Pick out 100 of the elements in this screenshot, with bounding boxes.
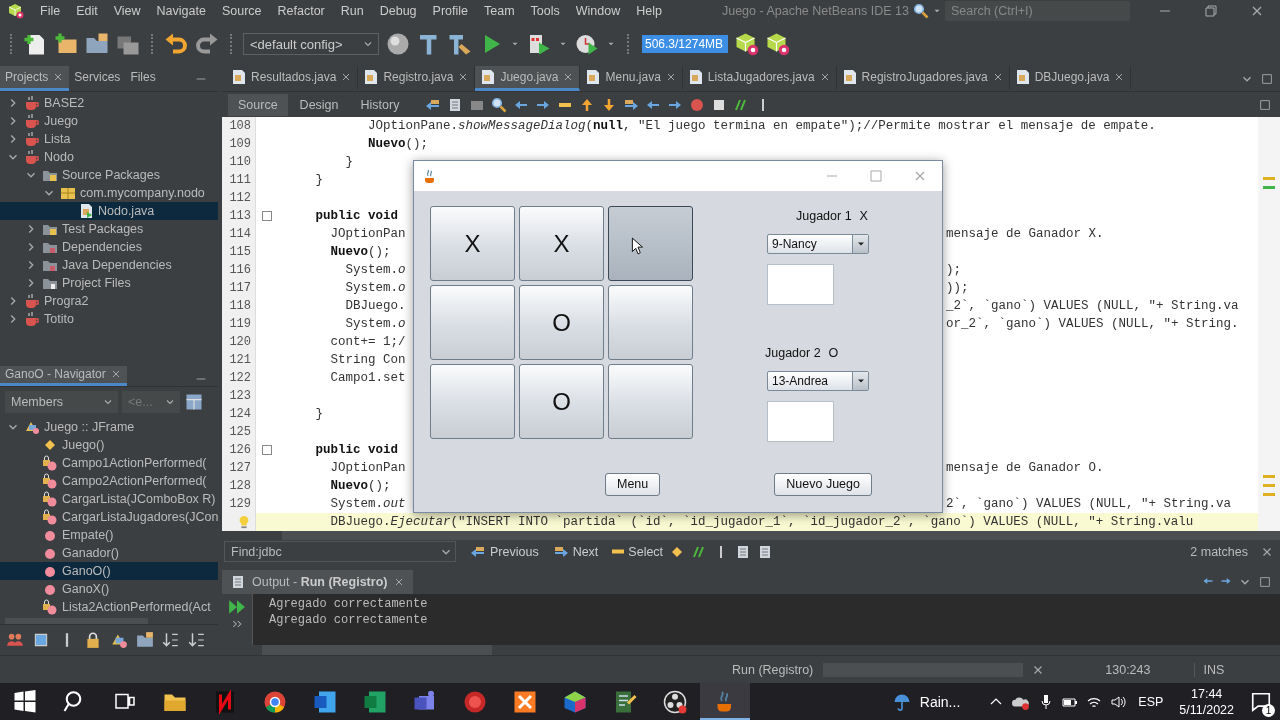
horizontal-scrollbar[interactable] (282, 531, 1280, 540)
menu-item[interactable]: Navigate (148, 4, 214, 18)
panel-tab[interactable]: Services (69, 66, 126, 91)
member-item[interactable]: CargarLista(JComboBox R) (0, 489, 218, 508)
new-file-icon[interactable] (23, 32, 47, 56)
editor-tab[interactable]: Resultados.java (226, 66, 359, 91)
menu-item[interactable]: Refactor (269, 4, 333, 18)
member-item[interactable]: Juego() (0, 435, 218, 454)
text-field[interactable] (767, 264, 834, 305)
menu-button[interactable]: Menu (605, 472, 661, 496)
notification-icon[interactable] (1250, 690, 1272, 713)
view-tab[interactable]: History (350, 93, 410, 116)
profiler-icon[interactable] (735, 32, 759, 56)
view-tab[interactable]: Source (228, 93, 288, 116)
member-item[interactable]: Campo1ActionPerformed( (0, 453, 218, 472)
sort-icon[interactable] (188, 631, 206, 649)
editor-tab[interactable]: DBJuego.java (1009, 66, 1132, 91)
tree-item[interactable]: Juego (0, 112, 218, 130)
sort-icon[interactable] (162, 631, 180, 649)
tree-item[interactable]: BASE2 (0, 94, 218, 112)
clock-date[interactable]: 5/11/2022 (1179, 701, 1234, 718)
player-dropdown[interactable]: 13-Andrea (767, 371, 869, 391)
board-cell[interactable]: O (519, 364, 604, 439)
panel-tab[interactable]: Projects (0, 66, 70, 91)
select-button[interactable]: Select (612, 544, 664, 559)
editor-tab[interactable]: Juego.java (475, 66, 581, 91)
board-cell[interactable] (430, 364, 515, 439)
tree-item[interactable]: Java Dependencies (0, 256, 218, 274)
volume-icon[interactable] (1110, 693, 1127, 710)
board-cell[interactable]: O (519, 285, 604, 360)
inherited-members-icon[interactable] (6, 631, 24, 649)
panel-tab[interactable]: Files (125, 66, 161, 91)
new-game-button[interactable]: Nuevo Juego (774, 472, 872, 496)
members-dropdown[interactable]: Members (5, 390, 118, 413)
horizontal-scrollbar[interactable] (262, 645, 492, 655)
search-icon[interactable] (913, 3, 929, 19)
menu-item[interactable]: File (32, 4, 69, 18)
restore-icon[interactable] (1203, 3, 1219, 19)
editor-tab[interactable]: Menu.java (580, 66, 683, 91)
folder-icon[interactable] (136, 631, 154, 649)
config-dropdown[interactable]: <default config> (243, 33, 379, 55)
board-cell[interactable]: X (519, 206, 604, 281)
rerun-icon[interactable] (228, 598, 246, 616)
menu-item[interactable]: Profile (424, 4, 476, 18)
language-indicator[interactable]: ESP (1138, 694, 1164, 709)
more-icon[interactable] (231, 618, 243, 630)
tree-item[interactable]: Project Files (0, 274, 218, 292)
menu-item[interactable]: Window (567, 4, 629, 18)
menu-item[interactable]: Run (332, 4, 372, 18)
member-item[interactable]: GanoO() (0, 561, 218, 580)
editor-tab[interactable]: RegistroJugadores.java (836, 66, 1010, 91)
panel-tab[interactable]: GanoO - Navigator (0, 366, 127, 386)
debug-icon[interactable] (527, 32, 551, 56)
globe-icon[interactable] (386, 32, 410, 56)
tree-item[interactable]: Test Packages (0, 220, 218, 238)
clean-build-icon[interactable] (448, 32, 472, 56)
menu-item[interactable]: Tools (522, 4, 568, 18)
member-item[interactable]: Juego :: JFrame (0, 417, 218, 436)
open-project-icon[interactable] (85, 32, 109, 56)
maximize-icon[interactable] (1258, 575, 1272, 589)
profiler-icon[interactable] (766, 32, 790, 56)
board-cell[interactable]: X (430, 206, 515, 281)
lock-icon[interactable] (84, 631, 102, 649)
tree-item[interactable]: Lista (0, 130, 218, 148)
tree-item[interactable]: Dependencies (0, 238, 218, 256)
tree-item[interactable]: Nodo.java (0, 202, 218, 220)
menu-item[interactable]: Help (628, 4, 670, 18)
undo-icon[interactable] (164, 32, 188, 56)
editor-tab[interactable]: ListaJugadores.java (682, 66, 837, 91)
menu-item[interactable]: Edit (68, 4, 106, 18)
output-tab[interactable]: Output - Run (Registro) (222, 570, 414, 594)
next-button[interactable]: Next (552, 543, 599, 560)
tree-item[interactable]: Progra2 (0, 292, 218, 310)
redo-icon[interactable] (195, 32, 219, 56)
fold-icon[interactable] (262, 211, 272, 221)
search-field[interactable]: Search (Ctrl+I) (945, 1, 1130, 21)
member-item[interactable]: Ganador() (0, 543, 218, 562)
menu-item[interactable]: Team (476, 4, 523, 18)
member-item[interactable]: Campo2ActionPerformed( (0, 471, 218, 490)
maximize-icon[interactable] (1260, 71, 1274, 86)
player-dropdown[interactable]: 9-Nancy (767, 234, 869, 254)
board-cell[interactable] (430, 285, 515, 360)
tree-item[interactable]: com.mycompany.nodo (0, 184, 218, 202)
tree-item[interactable]: Totito (0, 310, 218, 328)
tree-item[interactable]: Nodo (0, 148, 218, 166)
board-cell[interactable] (608, 285, 693, 360)
member-item[interactable]: CargarListaJugadores(JCon (0, 507, 218, 526)
board-cell[interactable] (608, 206, 693, 281)
search-icon[interactable] (491, 96, 508, 113)
member-item[interactable]: GanoX() (0, 579, 218, 598)
menu-item[interactable]: Debug (371, 4, 425, 18)
record-icon[interactable] (689, 96, 706, 113)
board-cell[interactable] (608, 364, 693, 439)
fields-icon[interactable] (32, 631, 50, 649)
menu-item[interactable]: View (105, 4, 149, 18)
fold-icon[interactable] (262, 445, 272, 455)
clock-time[interactable]: 17:44 (1191, 685, 1223, 702)
member-item[interactable]: Lista2ActionPerformed(Act (0, 597, 218, 616)
find-field[interactable]: Find:jdbc (224, 541, 456, 562)
view-tab[interactable]: Design (289, 93, 349, 116)
